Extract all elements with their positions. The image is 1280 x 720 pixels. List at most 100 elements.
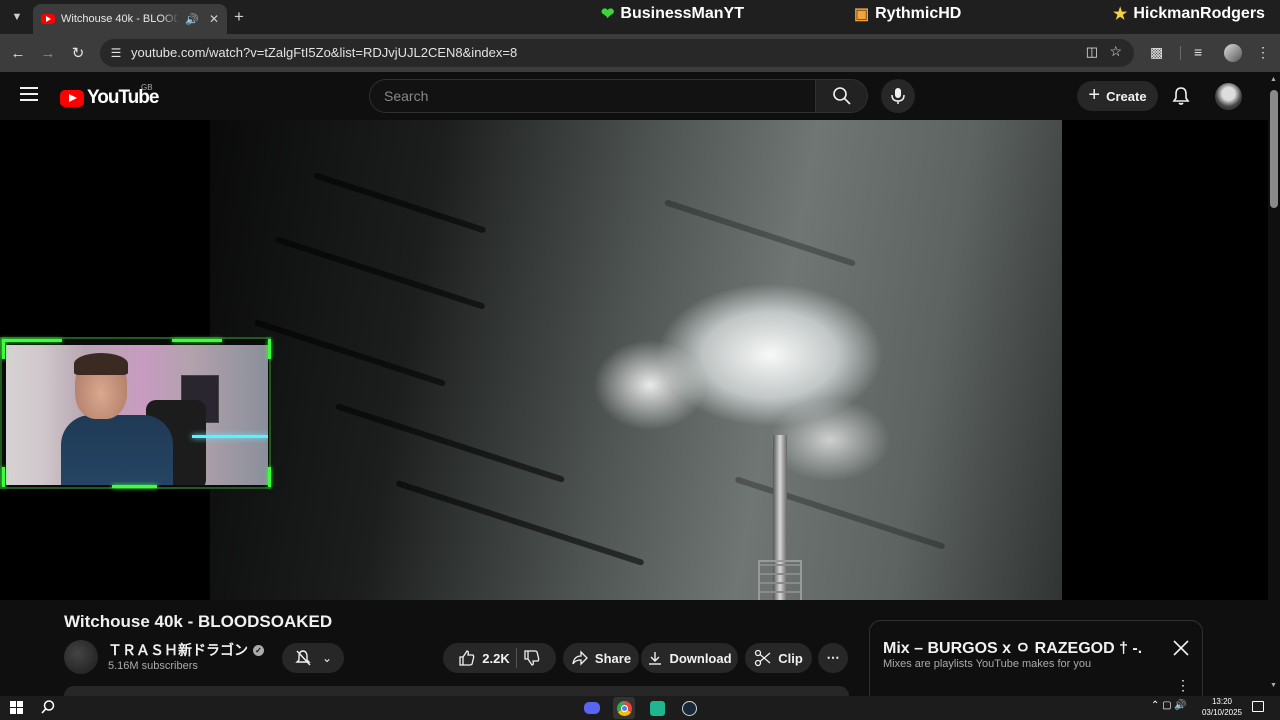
system-tray[interactable]: ⌃ ▢ 🔊: [1151, 700, 1187, 711]
webcam-overlay: [0, 337, 271, 489]
smokestack-scaffold: [758, 560, 802, 600]
chevron-down-icon: ⌄: [321, 651, 333, 665]
search-input[interactable]: [384, 88, 784, 104]
notifications-bell-icon[interactable]: [1170, 85, 1192, 107]
more-horizontal-icon: ⋯: [826, 650, 840, 665]
channel-avatar[interactable]: [64, 640, 98, 674]
install-app-icon[interactable]: ◫: [1086, 44, 1098, 60]
cloud-streak: [663, 199, 857, 267]
scroll-up-arrow-icon[interactable]: ▲: [1270, 76, 1277, 83]
cloud-streak: [734, 476, 946, 550]
more-actions-button[interactable]: ⋯: [818, 643, 848, 673]
clip-button[interactable]: Clip: [745, 643, 812, 673]
channel-name[interactable]: ＴＲＡＳＨ新ドラゴン ✓: [108, 640, 264, 660]
youtube-masthead: YouTube GB + Create: [0, 72, 1268, 120]
guide-menu-icon[interactable]: [20, 87, 38, 101]
share-button[interactable]: Share: [563, 643, 639, 673]
scroll-down-arrow-icon[interactable]: ▼: [1270, 682, 1277, 689]
steam-icon[interactable]: [678, 697, 700, 719]
video-player[interactable]: [0, 120, 1268, 600]
cloud-streak: [274, 236, 486, 310]
verified-check-icon: ✓: [253, 644, 264, 656]
reload-icon[interactable]: ↻: [67, 42, 89, 64]
create-button[interactable]: + Create: [1077, 81, 1158, 111]
share-label: Share: [594, 650, 632, 666]
address-url[interactable]: youtube.com/watch?v=tZalgFtI5Zo&list=RDJ…: [131, 45, 517, 60]
thumbs-down-icon[interactable]: [523, 649, 541, 667]
overlay-name-text: BusinessManYT: [620, 5, 744, 22]
bookmark-star-icon[interactable]: ☆: [1109, 43, 1122, 60]
create-label: Create: [1106, 88, 1147, 104]
webcam-frame-accent: [2, 467, 5, 487]
download-label: Download: [669, 650, 732, 666]
streamer-figure: [61, 353, 173, 485]
voice-search-button[interactable]: [881, 79, 915, 113]
webcam-frame-accent: [172, 339, 222, 342]
notification-center-icon[interactable]: [1252, 701, 1264, 712]
account-avatar[interactable]: [1215, 83, 1242, 110]
app-icon[interactable]: [646, 697, 668, 719]
taskbar-clock[interactable]: 13:20 03/10/2025: [1200, 696, 1244, 718]
forward-icon[interactable]: →: [37, 42, 59, 64]
webcam-led-strip: [192, 435, 268, 438]
profile-avatar[interactable]: [1224, 44, 1242, 62]
address-bar[interactable]: ☰ youtube.com/watch?v=tZalgFtI5Zo&list=R…: [100, 39, 1134, 67]
extensions-icon[interactable]: ▩: [1150, 44, 1163, 61]
browser-tab-active[interactable]: Witchouse 40k - BLOODSOAKED 🔊 ✕: [33, 4, 227, 34]
star-icon: ★: [1113, 6, 1128, 23]
like-dislike-group: 2.2K: [443, 643, 556, 673]
speaker-icon[interactable]: 🔊: [185, 13, 199, 26]
chrome-menu-icon[interactable]: ⋮: [1256, 44, 1270, 61]
like-button[interactable]: 2.2K: [458, 649, 510, 667]
microphone-icon: [891, 88, 905, 104]
mix-subtitle: Mixes are playlists YouTube makes for yo…: [883, 658, 1092, 670]
cloud-streak: [313, 172, 487, 234]
clip-label: Clip: [778, 650, 803, 666]
description-box[interactable]: [64, 686, 849, 696]
clock-date: 03/10/2025: [1201, 708, 1243, 717]
more-vertical-icon[interactable]: ⋮: [1176, 677, 1190, 694]
channel-name-text: ＴＲＡＳＨ新ドラゴン: [108, 642, 248, 658]
share-arrow-icon: [572, 650, 588, 666]
overlay-name-text: HickmanRodgers: [1133, 5, 1265, 22]
mix-playlist-panel: Mix – BURGOS x ㅇ RAZEGOD † -... Mixes ar…: [869, 620, 1203, 700]
search-icon: [832, 87, 851, 105]
webcam-feed: [6, 345, 268, 485]
plus-icon: +: [1088, 84, 1101, 106]
taskbar-search-icon[interactable]: [40, 699, 56, 715]
overlay-name-text: RythmicHD: [875, 5, 962, 22]
discord-icon[interactable]: [581, 697, 603, 719]
site-info-icon[interactable]: ☰: [108, 45, 124, 61]
thumbs-up-icon: [459, 650, 475, 666]
close-icon[interactable]: [1172, 639, 1190, 657]
windows-start-icon[interactable]: [10, 701, 23, 714]
tab-close-icon[interactable]: ✕: [209, 12, 219, 26]
streamer-hoodie: [61, 415, 173, 485]
new-tab-button[interactable]: +: [234, 7, 244, 27]
cloud-streak: [395, 479, 645, 567]
webcam-frame-accent: [112, 485, 157, 488]
download-button[interactable]: Download: [641, 643, 738, 673]
page-scrollbar[interactable]: ▲ ▼: [1268, 72, 1280, 696]
like-count: 2.2K: [482, 650, 510, 666]
toolbar-divider: [1180, 46, 1181, 60]
green-heart-icon: ❤: [601, 6, 615, 23]
browser-toolbar: ← → ↻ ☰ youtube.com/watch?v=tZalgFtI5Zo&…: [0, 34, 1280, 72]
webcam-frame-accent: [268, 467, 271, 487]
scissors-icon: [755, 649, 771, 667]
back-icon[interactable]: ←: [7, 42, 29, 64]
windows-taskbar: ⌃ ▢ 🔊 13:20 03/10/2025: [0, 696, 1280, 720]
tab-search-chevron-icon[interactable]: ▼: [6, 6, 28, 28]
download-icon: [649, 652, 662, 665]
cloud-streak: [253, 319, 447, 387]
mix-title[interactable]: Mix – BURGOS x ㅇ RAZEGOD † -...: [883, 634, 1141, 658]
region-code: GB: [141, 83, 153, 92]
media-control-icon[interactable]: ≡: [1194, 44, 1202, 60]
clock-time: 13:20: [1211, 697, 1233, 706]
notification-bell-button[interactable]: ⌄: [282, 643, 344, 673]
search-box[interactable]: [369, 79, 816, 113]
browser-tab-strip: ▼ Witchouse 40k - BLOODSOAKED 🔊 ✕ + ❤ Bu…: [0, 0, 1280, 34]
chrome-icon[interactable]: [613, 697, 635, 719]
scrollbar-thumb[interactable]: [1270, 90, 1278, 208]
search-button[interactable]: [815, 79, 868, 113]
